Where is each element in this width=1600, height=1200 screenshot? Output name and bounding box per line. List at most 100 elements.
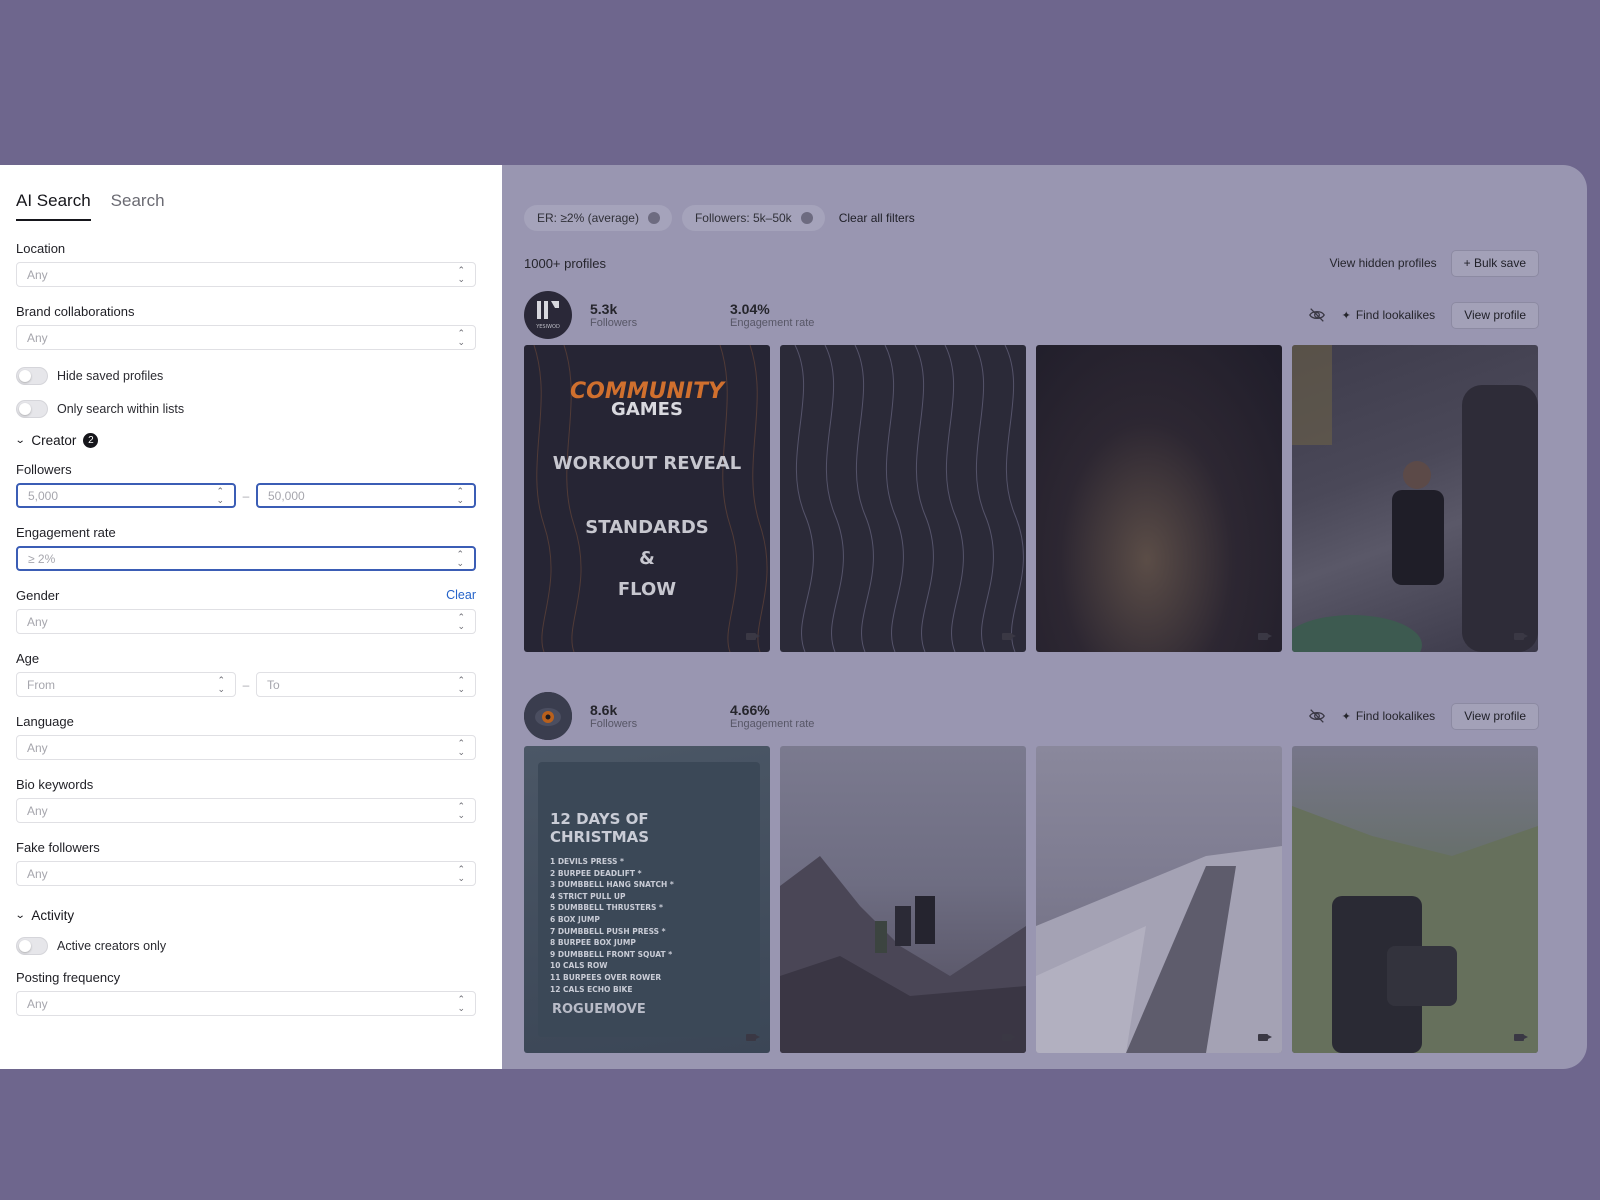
sort-icon: ⌃ ⌄ bbox=[457, 264, 465, 284]
workout-item: 8 BURPEE BOX JUMP bbox=[550, 938, 636, 948]
active-filter-chips: ER: ≥2% (average) Followers: 5k–50k Clea… bbox=[524, 205, 1539, 231]
language-select[interactable]: Any ⌃ ⌄ bbox=[16, 735, 476, 760]
video-icon bbox=[1002, 633, 1016, 640]
engagement-stat: 3.04% Engagement rate bbox=[730, 301, 850, 329]
location-field: Location Any ⌃ ⌄ bbox=[16, 241, 476, 287]
post-thumbnail[interactable] bbox=[1292, 746, 1538, 1053]
activity-section-header[interactable]: ⌄ Activity bbox=[15, 908, 476, 923]
creator-section-header[interactable]: ⌄ Creator 2 bbox=[14, 433, 476, 448]
post-thumbnail[interactable]: COMMUNITY GAMES WORKOUT REVEAL STANDARDS… bbox=[524, 345, 770, 652]
workout-list: 1 DEVILS PRESS * 2 BURPEE DEADLIFT * 3 D… bbox=[550, 856, 748, 995]
video-icon bbox=[746, 633, 760, 640]
sort-icon: ⌃ ⌄ bbox=[457, 611, 465, 631]
view-profile-button[interactable]: View profile bbox=[1451, 301, 1539, 329]
age-to-value: To bbox=[267, 677, 280, 692]
filter-chip-label: ER: ≥2% (average) bbox=[537, 211, 639, 225]
tab-ai-search[interactable]: AI Search bbox=[16, 191, 91, 221]
eye-avatar-icon bbox=[524, 692, 572, 740]
post-thumbnail[interactable] bbox=[780, 345, 1026, 652]
active-creators-toggle[interactable] bbox=[16, 937, 48, 955]
results-bar: 1000+ profiles View hidden profiles + Bu… bbox=[524, 249, 1539, 277]
poster-heading: WORKOUT REVEAL bbox=[552, 453, 742, 474]
avatar[interactable]: YESIWOD bbox=[524, 291, 572, 339]
bio-select[interactable]: Any ⌃ ⌄ bbox=[16, 798, 476, 823]
fake-followers-select[interactable]: Any ⌃ ⌄ bbox=[16, 861, 476, 886]
clear-all-filters-link[interactable]: Clear all filters bbox=[839, 211, 915, 225]
eye-off-icon[interactable] bbox=[1308, 306, 1326, 324]
post-thumbnail[interactable] bbox=[780, 746, 1026, 1053]
gender-select[interactable]: Any ⌃ ⌄ bbox=[16, 609, 476, 634]
profile-header: YESIWOD 5.3k Followers 3.04% Engagement … bbox=[524, 291, 1539, 339]
post-thumbnail[interactable] bbox=[1292, 345, 1538, 652]
gender-value: Any bbox=[27, 614, 48, 629]
gender-label: Gender bbox=[16, 588, 60, 603]
engagement-label: Engagement rate bbox=[730, 317, 815, 329]
engagement-select[interactable]: ≥ 2% ⌃ ⌄ bbox=[16, 546, 476, 571]
sort-icon: ⌃ ⌄ bbox=[216, 485, 224, 505]
posting-frequency-select[interactable]: Any ⌃ ⌄ bbox=[16, 991, 476, 1016]
sort-icon: ⌃ ⌄ bbox=[457, 737, 465, 757]
avatar-text: YESIWOD bbox=[535, 324, 560, 330]
tab-search[interactable]: Search bbox=[111, 191, 165, 221]
view-profile-button[interactable]: View profile bbox=[1451, 702, 1539, 730]
app-window: AI Search Search Location Any ⌃ ⌄ Brand c… bbox=[0, 165, 1587, 1069]
post-grid: 12 DAYS OF CHRISTMAS 1 DEVILS PRESS * 2 … bbox=[524, 746, 1539, 1053]
workout-item: 9 DUMBBELL FRONT SQUAT * bbox=[550, 949, 673, 959]
results-panel: ER: ≥2% (average) Followers: 5k–50k Clea… bbox=[502, 165, 1587, 1069]
sort-icon: ⌃ ⌄ bbox=[217, 674, 225, 694]
age-from-select[interactable]: From ⌃ ⌄ bbox=[16, 672, 236, 697]
snow-ridge-shapes bbox=[1036, 846, 1282, 1053]
chevron-down-icon: ⌄ bbox=[14, 435, 26, 446]
fake-followers-field: Fake followers Any ⌃ ⌄ bbox=[16, 840, 476, 886]
language-label: Language bbox=[16, 714, 74, 729]
active-creators-row: Active creators only bbox=[16, 937, 476, 955]
gender-clear-link[interactable]: Clear bbox=[446, 588, 476, 603]
remove-filter-icon[interactable] bbox=[800, 212, 813, 224]
gender-field: Gender Clear Any ⌃ ⌄ bbox=[16, 588, 476, 634]
filter-chip-er[interactable]: ER: ≥2% (average) bbox=[524, 205, 672, 231]
only-lists-toggle[interactable] bbox=[16, 400, 48, 418]
bulk-save-button[interactable]: + Bulk save bbox=[1450, 249, 1539, 277]
sort-icon: ⌃ ⌄ bbox=[457, 993, 465, 1013]
filter-chip-followers[interactable]: Followers: 5k–50k bbox=[681, 205, 825, 231]
followers-range: 5,000 ⌃ ⌄ – 50,000 ⌃ ⌄ bbox=[16, 483, 476, 508]
hide-saved-toggle[interactable] bbox=[16, 367, 48, 385]
workout-item: 3 DUMBBELL HANG SNATCH * bbox=[550, 880, 674, 890]
filter-chip-label: Followers: 5k–50k bbox=[694, 211, 792, 225]
post-thumbnail[interactable] bbox=[1036, 746, 1282, 1053]
poster-line: FLOW bbox=[617, 579, 677, 600]
profile-actions: ✦ Find lookalikes View profile bbox=[1308, 702, 1539, 730]
poster-brand: ROGUEMOVE bbox=[552, 1002, 646, 1017]
workout-item: 7 DUMBBELL PUSH PRESS * bbox=[550, 926, 666, 936]
wave-pattern bbox=[794, 345, 1024, 652]
engagement-field: Engagement rate ≥ 2% ⌃ ⌄ bbox=[16, 525, 476, 571]
language-value: Any bbox=[27, 740, 48, 755]
bio-field: Bio keywords Any ⌃ ⌄ bbox=[16, 777, 476, 823]
profile-header: 8.6k Followers 4.66% Engagement rate ✦ Fi… bbox=[524, 692, 1539, 740]
valley-photo-shapes bbox=[1292, 806, 1538, 1053]
profile-card: YESIWOD 5.3k Followers 3.04% Engagement … bbox=[524, 291, 1539, 652]
post-grid: COMMUNITY GAMES WORKOUT REVEAL STANDARDS… bbox=[524, 345, 1539, 652]
avatar[interactable] bbox=[524, 692, 572, 740]
find-lookalikes-button[interactable]: ✦ Find lookalikes bbox=[1342, 709, 1436, 723]
language-field: Language Any ⌃ ⌄ bbox=[16, 714, 476, 760]
poster-subtitle: GAMES bbox=[611, 399, 683, 420]
followers-max-input[interactable]: 50,000 ⌃ ⌄ bbox=[256, 483, 476, 508]
eye-off-icon[interactable] bbox=[1308, 707, 1326, 725]
results-count: 1000+ profiles bbox=[524, 255, 607, 271]
view-hidden-profiles-link[interactable]: View hidden profiles bbox=[1329, 256, 1436, 270]
gym-photo-shapes bbox=[1292, 345, 1538, 652]
followers-min-input[interactable]: 5,000 ⌃ ⌄ bbox=[16, 483, 236, 508]
post-thumbnail[interactable]: 12 DAYS OF CHRISTMAS 1 DEVILS PRESS * 2 … bbox=[524, 746, 770, 1053]
active-creators-label: Active creators only bbox=[57, 939, 167, 953]
post-thumbnail[interactable] bbox=[1036, 345, 1282, 652]
age-to-select[interactable]: To ⌃ ⌄ bbox=[256, 672, 476, 697]
find-lookalikes-label: Find lookalikes bbox=[1355, 709, 1436, 723]
brand-collabs-select[interactable]: Any ⌃ ⌄ bbox=[16, 325, 476, 350]
location-select[interactable]: Any ⌃ ⌄ bbox=[16, 262, 476, 287]
followers-min-value: 5,000 bbox=[28, 488, 59, 503]
find-lookalikes-label: Find lookalikes bbox=[1355, 308, 1436, 322]
brand-collabs-field: Brand collaborations Any ⌃ ⌄ bbox=[16, 304, 476, 350]
find-lookalikes-button[interactable]: ✦ Find lookalikes bbox=[1342, 308, 1436, 322]
remove-filter-icon[interactable] bbox=[647, 212, 660, 224]
